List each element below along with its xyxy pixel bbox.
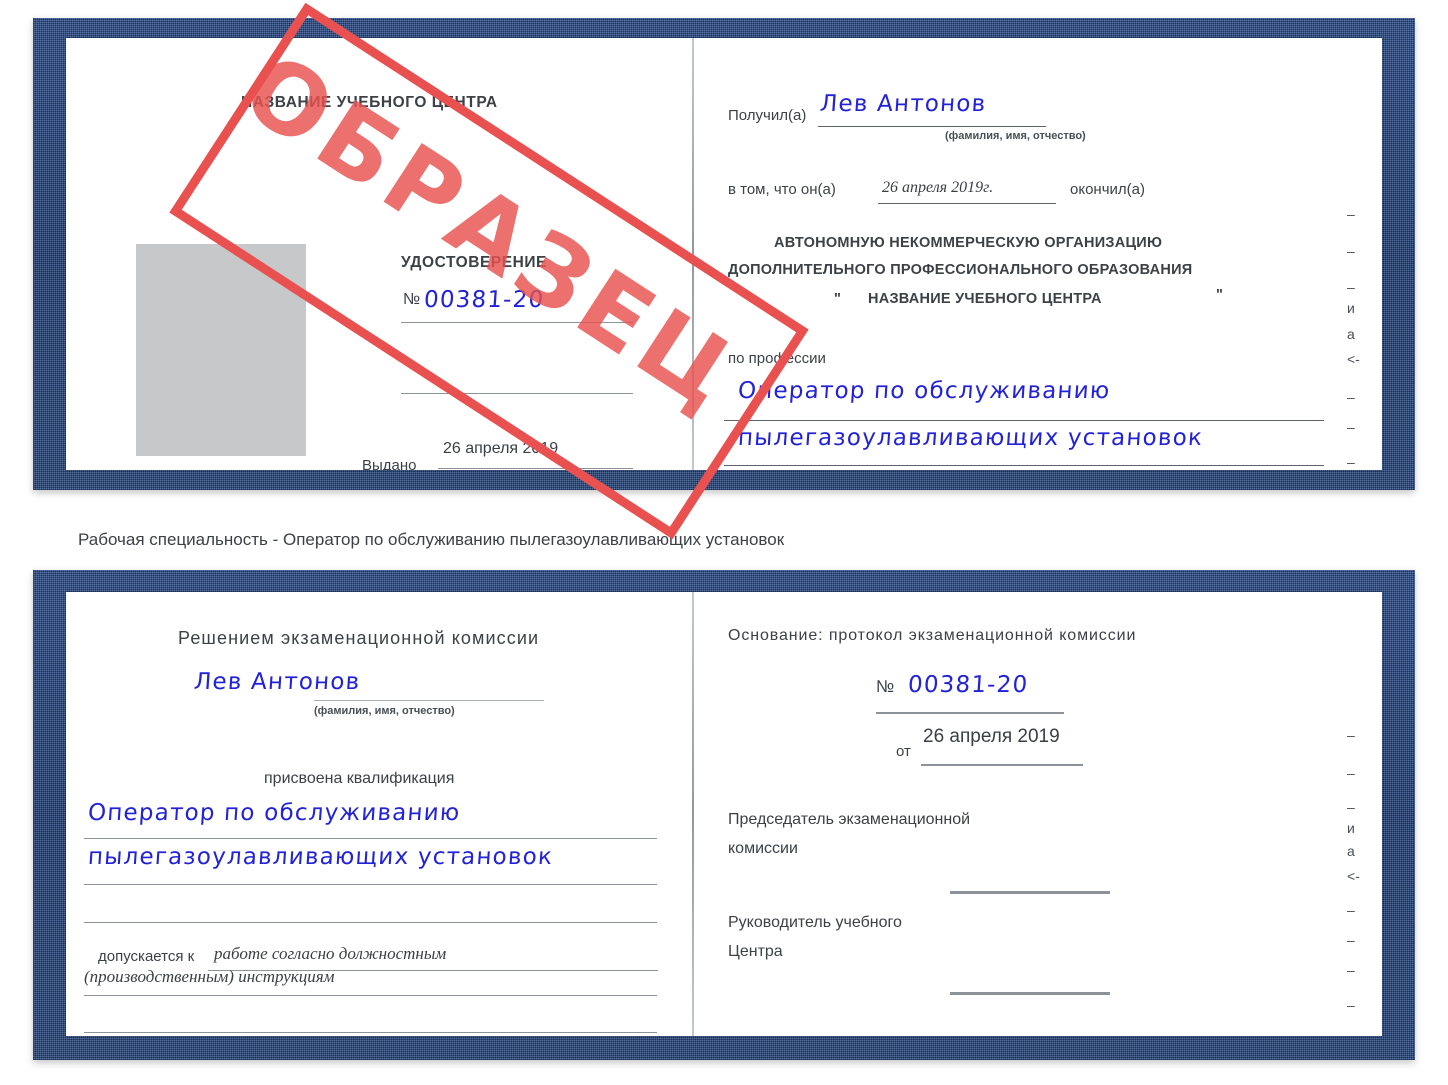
in-that-label: в том, что он(а) (728, 181, 836, 198)
basis-label: Основание: протокол экзаменационной коми… (728, 627, 1137, 644)
certificate-book-bottom: Решением экзаменационной комиссии Лев Ан… (33, 570, 1415, 1060)
blank-rule-1 (401, 393, 633, 394)
blank-rule-2 (84, 922, 657, 923)
photo-placeholder (136, 244, 306, 456)
commission-name-value: Лев Антонов (193, 669, 362, 695)
edge-fragment-5: а (1347, 326, 1355, 342)
protocol-date-rule (921, 764, 1083, 766)
edge-fragment-b2-8: – (1347, 932, 1355, 948)
chairman-label-line1: Председатель экзаменационной (728, 811, 971, 828)
protocol-number-rule (876, 712, 1064, 714)
chairman-signature-rule (950, 891, 1110, 894)
protocol-number-value: 00381-20 (907, 672, 1030, 698)
profession-value-line2: пылегазоулавливающих установок (737, 425, 1204, 451)
received-label: Получил(а) (728, 107, 807, 124)
page-spread-top: НАЗВАНИЕ УЧЕБНОГО ЦЕНТРА УДОСТОВЕРЕНИЕ №… (66, 38, 1382, 470)
org-quote-open: " (834, 291, 842, 307)
qualification-value-line2: пылегазоулавливающих установок (87, 844, 554, 870)
blank-rule-3 (84, 1032, 657, 1033)
image-caption: Рабочая специальность - Оператор по обсл… (78, 530, 785, 549)
fio-hint-1: (фамилия, имя, отчество) (945, 130, 1086, 142)
qualification-label: присвоена квалификация (264, 770, 455, 787)
admitted-value-line2: (производственным) инструкциям (84, 967, 335, 986)
certificate-number-value: 00381-20 (423, 287, 546, 313)
book1-right-page: Получил(а) Лев Антонов (фамилия, имя, от… (692, 38, 1382, 470)
profession-rule-1 (724, 420, 1324, 421)
edge-fragment-b2-9: – (1347, 962, 1355, 978)
edge-fragment-b2-4: и (1347, 820, 1355, 836)
training-center-title: НАЗВАНИЕ УЧЕБНОГО ЦЕНТРА (241, 94, 498, 111)
profession-value-line1: Оператор по обслуживанию (737, 378, 1112, 404)
edge-fragment-b2-7: – (1347, 902, 1355, 918)
fio-hint-2: (фамилия, имя, отчество) (314, 705, 455, 717)
edge-fragment-9: – (1347, 454, 1355, 470)
edge-fragment-8: – (1347, 419, 1355, 435)
head-signature-rule (950, 992, 1110, 995)
received-rule (818, 126, 1046, 127)
received-name-value: Лев Антонов (819, 91, 988, 117)
edge-fragment-b2-5: а (1347, 843, 1355, 859)
edge-fragment-6: <- (1347, 351, 1360, 367)
protocol-date-value: 26 апреля 2019 (923, 726, 1060, 747)
org-name-line2: ДОПОЛНИТЕЛЬНОГО ПРОФЕССИОНАЛЬНОГО ОБРАЗО… (728, 262, 1193, 278)
head-label-line1: Руководитель учебного (728, 914, 902, 931)
protocol-number-label: № (876, 677, 895, 696)
org-name-line1: АВТОНОМНУЮ НЕКОММЕРЧЕСКУЮ ОРГАНИЗАЦИЮ (774, 235, 1163, 251)
certificate-number-rule (401, 322, 633, 323)
admitted-rule-2 (84, 995, 657, 996)
commission-decision-title: Решением экзаменационной комиссии (178, 628, 540, 648)
edge-fragment-4: и (1347, 300, 1355, 316)
edge-fragment-b2-3: – (1347, 799, 1355, 815)
completion-date-rule (878, 203, 1056, 204)
admitted-value-line1: работе согласно должностным (214, 944, 447, 963)
profession-rule-2 (724, 465, 1324, 466)
admitted-label: допускается к (98, 948, 195, 965)
issued-date-value: 26 апреля 2019 (443, 440, 559, 457)
document-type-label: УДОСТОВЕРЕНИЕ (401, 254, 547, 271)
book2-left-page: Решением экзаменационной комиссии Лев Ан… (66, 592, 691, 1036)
chairman-label-line2: комиссии (728, 840, 798, 857)
finished-label: окончил(а) (1070, 181, 1145, 198)
edge-fragment-b2-10: – (1347, 997, 1355, 1013)
issued-label: Выдано (362, 457, 417, 470)
book2-right-page: Основание: протокол экзаменационной коми… (692, 592, 1382, 1036)
page-spread-bottom: Решением экзаменационной комиссии Лев Ан… (66, 592, 1382, 1036)
qualification-rule-2 (84, 884, 657, 885)
edge-fragment-7: – (1347, 389, 1355, 405)
org-name-line3: НАЗВАНИЕ УЧЕБНОГО ЦЕНТРА (868, 291, 1102, 307)
qualification-rule-1 (84, 838, 657, 839)
issued-rule (438, 468, 633, 469)
book1-left-page: НАЗВАНИЕ УЧЕБНОГО ЦЕНТРА УДОСТОВЕРЕНИЕ №… (66, 38, 691, 470)
edge-fragment-3: – (1347, 279, 1355, 295)
edge-fragment-2: – (1347, 243, 1355, 259)
org-quote-close: " (1216, 287, 1224, 303)
certificate-book-top: НАЗВАНИЕ УЧЕБНОГО ЦЕНТРА УДОСТОВЕРЕНИЕ №… (33, 2, 1415, 540)
completion-date-value: 26 апреля 2019г. (882, 179, 994, 196)
profession-label: по профессии (728, 350, 826, 367)
screenshot-root: НАЗВАНИЕ УЧЕБНОГО ЦЕНТРА УДОСТОВЕРЕНИЕ №… (0, 0, 1448, 1085)
commission-name-rule (314, 700, 544, 701)
edge-fragment-b2-2: – (1347, 765, 1355, 781)
protocol-date-label: от (896, 743, 911, 760)
edge-fragment-1: – (1347, 206, 1355, 222)
certificate-number-label: № (403, 291, 421, 308)
edge-fragment-b2-6: <- (1347, 868, 1360, 884)
edge-fragment-b2-1: – (1347, 727, 1355, 743)
qualification-value-line1: Оператор по обслуживанию (87, 800, 462, 826)
head-label-line2: Центра (728, 943, 783, 960)
